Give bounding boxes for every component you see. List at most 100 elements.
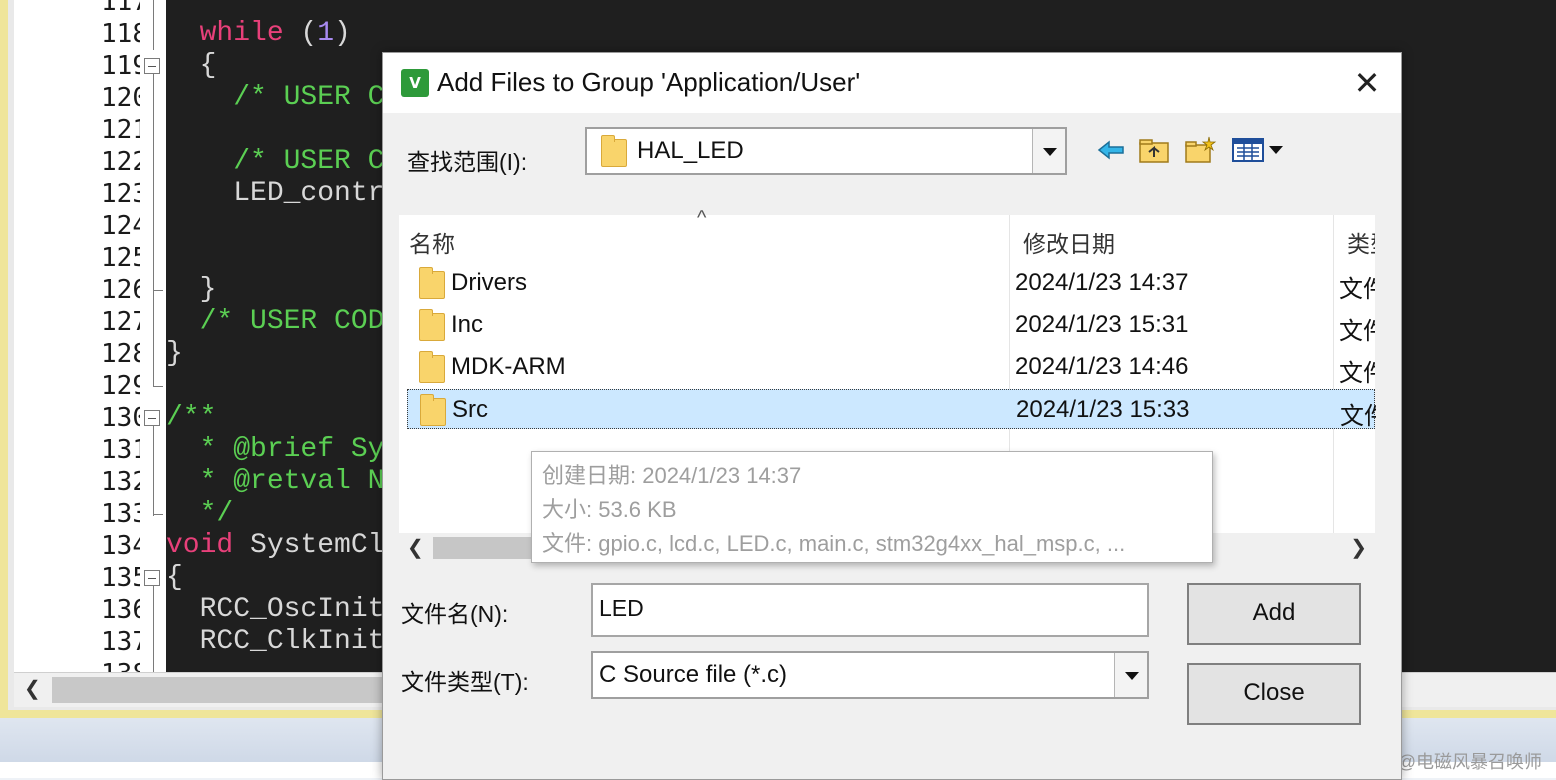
file-date: 2024/1/23 14:37 bbox=[1015, 269, 1189, 296]
folder-icon bbox=[601, 135, 627, 167]
close-icon[interactable]: ✕ bbox=[1345, 61, 1389, 105]
column-header-date[interactable]: 修改日期 bbox=[1023, 225, 1115, 259]
column-header-name[interactable]: 名称 bbox=[409, 225, 455, 259]
file-date: 2024/1/23 14:46 bbox=[1015, 353, 1189, 380]
line-number: 129 bbox=[101, 371, 148, 401]
fold-guide bbox=[153, 0, 154, 50]
fold-toggle-icon[interactable] bbox=[144, 410, 160, 426]
code-line: /* USER CODE bbox=[166, 306, 402, 338]
folder-icon bbox=[419, 351, 445, 383]
keil-app-icon: V bbox=[401, 69, 429, 97]
line-number: 122 bbox=[101, 147, 148, 177]
fold-guide bbox=[153, 74, 154, 386]
code-line: RCC_ClkInitT bbox=[166, 626, 402, 658]
file-date: 2024/1/23 15:33 bbox=[1016, 396, 1190, 423]
code-line: while (1) bbox=[166, 18, 351, 50]
file-name: Drivers bbox=[451, 269, 527, 296]
tooltip-files: 文件: gpio.c, lcd.c, LED.c, main.c, stm32g… bbox=[542, 531, 1126, 556]
code-token: void bbox=[166, 530, 251, 561]
file-row-src[interactable]: Src 2024/1/23 15:33 文件夹 bbox=[407, 389, 1376, 430]
file-row-drivers[interactable]: Drivers 2024/1/23 14:37 文件夹 bbox=[407, 263, 1375, 303]
fold-guide bbox=[153, 426, 154, 516]
code-token: /** bbox=[166, 402, 217, 433]
code-line: LED_contro bbox=[166, 178, 401, 210]
filename-value: LED bbox=[599, 595, 644, 621]
dialog-titlebar: V Add Files to Group 'Application/User' … bbox=[383, 53, 1401, 113]
code-token: /* USER CO bbox=[166, 82, 402, 113]
file-type: 文件夹 bbox=[1340, 403, 1376, 430]
scroll-left-icon[interactable]: ❮ bbox=[407, 535, 424, 560]
code-line: * @brief Sys bbox=[166, 434, 402, 466]
code-token: /* USER CODE bbox=[166, 306, 402, 337]
filename-label: 文件名(N): bbox=[401, 601, 509, 627]
filetype-label: 文件类型(T): bbox=[401, 669, 529, 695]
line-number: 128 bbox=[101, 339, 148, 369]
code-line: /* USER CO bbox=[166, 146, 401, 178]
tooltip-size: 大小: 53.6 KB bbox=[542, 497, 677, 522]
line-number: 136 bbox=[101, 595, 148, 625]
scroll-right-icon[interactable]: ❯ bbox=[1350, 535, 1367, 560]
view-menu-icon[interactable] bbox=[1231, 135, 1289, 165]
line-number: 124 bbox=[101, 211, 148, 241]
new-folder-icon[interactable] bbox=[1183, 135, 1217, 165]
line-number: 134 bbox=[101, 531, 148, 561]
code-line: { bbox=[166, 50, 217, 82]
line-number: 126 bbox=[101, 275, 148, 305]
fold-toggle-icon[interactable] bbox=[144, 570, 160, 586]
folder-icon bbox=[419, 309, 445, 341]
line-number: 120 bbox=[101, 83, 148, 113]
code-line: RCC_OscInitT bbox=[166, 594, 402, 626]
code-token: * @brief Sys bbox=[166, 434, 402, 465]
line-number-gutter: 117 118 119 120 121 122 123 124 125 126 127 128 129 1… bbox=[14, 0, 154, 689]
code-token: ) bbox=[334, 18, 351, 49]
code-token: LED_contro bbox=[166, 178, 402, 209]
line-number: 123 bbox=[101, 179, 148, 209]
file-row-inc[interactable]: Inc 2024/1/23 15:31 文件夹 bbox=[407, 305, 1375, 345]
code-token: ( bbox=[300, 18, 318, 49]
code-token: { bbox=[166, 50, 217, 81]
file-type: 文件夹 bbox=[1339, 318, 1375, 345]
look-in-value: HAL_LED bbox=[637, 137, 744, 164]
line-number: 133 bbox=[101, 499, 148, 529]
fold-guide-end bbox=[153, 386, 163, 387]
filetype-value: C Source file (*.c) bbox=[599, 661, 788, 688]
code-line: { bbox=[166, 562, 183, 594]
line-number: 117 bbox=[101, 0, 148, 17]
code-token: } bbox=[166, 274, 217, 305]
close-button[interactable]: Close bbox=[1187, 663, 1361, 725]
code-token: } bbox=[166, 338, 183, 369]
add-button[interactable]: Add bbox=[1187, 583, 1361, 645]
look-in-combobox[interactable]: HAL_LED bbox=[585, 127, 1067, 175]
code-line: /** bbox=[166, 402, 216, 434]
code-line: */ bbox=[166, 498, 234, 530]
filename-input[interactable]: LED bbox=[591, 583, 1149, 637]
scroll-left-icon[interactable]: ❮ bbox=[24, 676, 41, 701]
dialog-title: Add Files to Group 'Application/User' bbox=[437, 67, 861, 97]
line-number: 131 bbox=[101, 435, 148, 465]
file-type: 文件夹 bbox=[1339, 276, 1375, 303]
chevron-down-icon[interactable] bbox=[1032, 129, 1065, 173]
add-files-dialog: V Add Files to Group 'Application/User' … bbox=[382, 52, 1402, 780]
filetype-combobox[interactable]: C Source file (*.c) bbox=[591, 651, 1149, 699]
code-line: /* USER CO bbox=[166, 82, 401, 114]
column-header-type[interactable]: 类型 bbox=[1347, 225, 1375, 259]
fold-guide bbox=[153, 586, 154, 672]
folder-info-tooltip: 创建日期: 2024/1/23 14:37 大小: 53.6 KB 文件: gp… bbox=[531, 451, 1213, 563]
line-number: 130 bbox=[101, 403, 148, 433]
code-token: 1 bbox=[317, 18, 335, 49]
code-line: } bbox=[166, 274, 217, 306]
line-number: 137 bbox=[101, 627, 148, 657]
up-folder-icon[interactable] bbox=[1137, 135, 1171, 165]
code-token: /* USER CO bbox=[166, 146, 402, 177]
code-token: * @retval No bbox=[166, 466, 402, 497]
line-number: 118 bbox=[101, 19, 148, 49]
fold-toggle-icon[interactable] bbox=[144, 58, 160, 74]
fold-guide-end bbox=[153, 514, 163, 515]
chevron-down-icon[interactable] bbox=[1114, 653, 1147, 697]
code-line: * @retval No bbox=[166, 466, 402, 498]
line-number: 132 bbox=[101, 467, 148, 497]
file-row-mdk-arm[interactable]: MDK-ARM 2024/1/23 14:46 文件夹 bbox=[407, 347, 1375, 387]
code-token: RCC_OscInitT bbox=[166, 594, 402, 625]
back-arrow-icon[interactable] bbox=[1095, 135, 1129, 165]
line-number: 135 bbox=[101, 563, 148, 593]
